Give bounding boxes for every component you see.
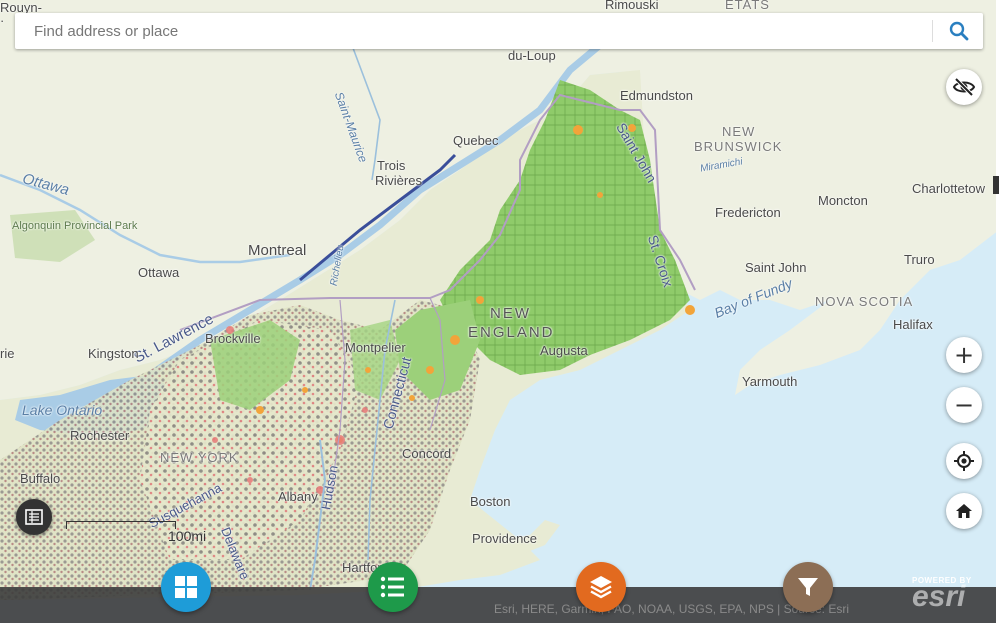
map-label-quebec: Quebec (453, 133, 499, 148)
map-label-fredericton: Fredericton (715, 205, 781, 220)
map-label-moncton: Moncton (818, 193, 868, 208)
scale-label: 100mi (168, 528, 207, 544)
map-label-halifax: Halifax (893, 317, 933, 332)
search-icon (949, 21, 969, 41)
map-label-augusta: Augusta (540, 343, 588, 358)
map-label-new-brunswick-2: BRUNSWICK (694, 139, 783, 154)
map-label-montpelier: Montpelier (345, 340, 406, 355)
zoom-out-button[interactable]: − (946, 387, 982, 423)
map-label-lake-ontario: Lake Ontario (22, 402, 103, 418)
minus-icon: − (953, 391, 975, 419)
map-label-charlottetown: Charlottetow (912, 181, 985, 196)
map-label-rochester: Rochester (70, 428, 130, 443)
map-label-erie: rie (0, 346, 15, 361)
filter-icon (798, 578, 818, 596)
scale-bar (66, 521, 176, 529)
map-label-rivieres: Rivières (375, 173, 422, 188)
home-button[interactable] (946, 493, 982, 529)
map-label-ottawa: Ottawa (138, 265, 180, 280)
map-label-new-england-2: ENGLAND (468, 324, 555, 341)
locate-button[interactable] (946, 443, 982, 479)
map-label-boston: Boston (470, 494, 511, 509)
search-divider (932, 20, 933, 42)
plus-icon: + (953, 341, 975, 369)
layers-button[interactable] (576, 562, 626, 612)
esri-logo[interactable]: POWERED BY esri (912, 576, 992, 613)
map-label-du-loup: du-Loup (508, 48, 556, 63)
grid-icon (175, 576, 197, 598)
map-label-rimouski: Rimouski (605, 0, 659, 12)
map-label-montreal: Montreal (248, 242, 307, 259)
esri-wordmark: esri (912, 580, 966, 613)
widgets-button[interactable] (161, 562, 211, 612)
search-button[interactable] (941, 17, 977, 45)
map-label-buffalo: Buffalo (20, 471, 61, 486)
side-tab[interactable] (993, 176, 999, 194)
list-icon (380, 576, 404, 598)
map-label-saint-john: Saint John (745, 260, 807, 275)
map-label-trois: Trois (377, 158, 406, 173)
map-label-etats: ÉTATS (725, 0, 770, 12)
search-input[interactable] (15, 13, 929, 49)
zoom-in-button[interactable]: + (946, 337, 982, 373)
map-label-yarmouth: Yarmouth (742, 374, 798, 389)
map-label-concord: Concord (402, 446, 452, 461)
map-label-truro: Truro (904, 252, 935, 267)
map-label-new-brunswick-1: NEW (722, 124, 756, 139)
map-label-edmundston: Edmundston (620, 88, 693, 103)
map-label-albany: Albany (278, 489, 318, 504)
map-label-brockville: Brockville (205, 331, 261, 346)
map-label-providence: Providence (472, 531, 538, 546)
map-label-new-england-1: NEW (490, 305, 531, 322)
filter-button[interactable] (783, 562, 833, 612)
legend-icon (25, 509, 43, 525)
map-label-new-york: NEW YORK (160, 450, 239, 465)
list-button[interactable] (368, 562, 418, 612)
legend-button[interactable] (16, 499, 52, 535)
home-icon (956, 504, 972, 518)
toggle-visibility-button[interactable] (946, 69, 982, 105)
search-bar (15, 13, 983, 49)
eye-off-icon (952, 77, 976, 97)
map-label-algonquin: Algonquin Provincial Park (12, 220, 137, 232)
layers-icon (590, 576, 612, 599)
map-label-pro: · (0, 13, 5, 28)
map-label-nova-scotia: NOVA SCOTIA (815, 294, 914, 309)
crosshair-icon (954, 451, 974, 471)
map-label-kingston: Kingston (88, 346, 139, 361)
